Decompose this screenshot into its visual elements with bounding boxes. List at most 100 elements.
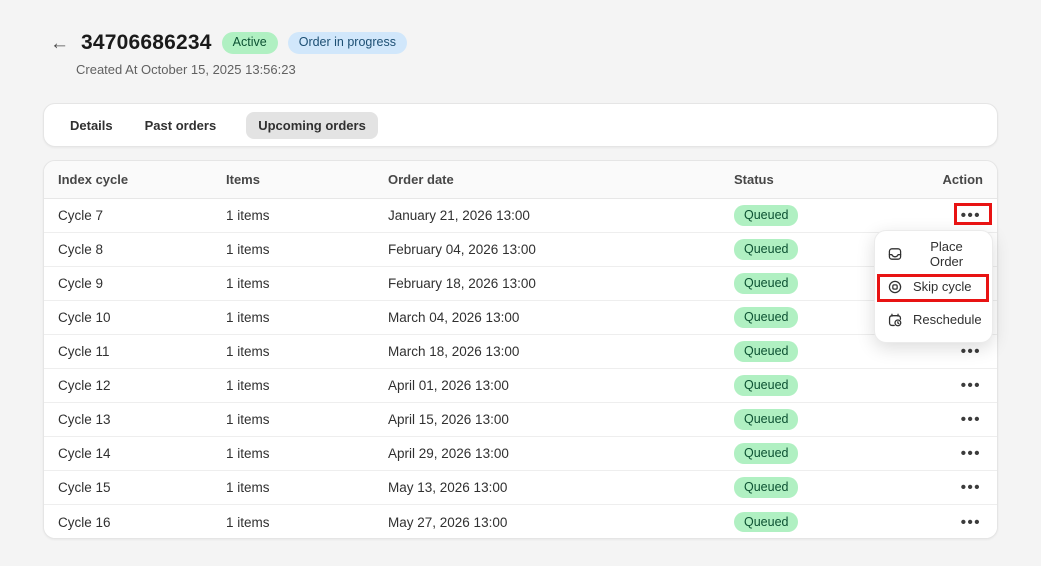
cell-index-cycle: Cycle 13	[44, 412, 226, 427]
queued-badge: Queued	[734, 239, 798, 259]
cell-items: 1 items	[226, 480, 388, 495]
cell-items: 1 items	[226, 344, 388, 359]
cell-status: Queued	[734, 443, 933, 463]
table-row: Cycle 9 1 items February 18, 2026 13:00 …	[44, 267, 997, 301]
column-header-action: Action	[933, 172, 997, 187]
table-row: Cycle 16 1 items May 27, 2026 13:00 Queu…	[44, 505, 997, 539]
back-button[interactable]: ←	[48, 32, 71, 55]
table-row: Cycle 12 1 items April 01, 2026 13:00 Qu…	[44, 369, 997, 403]
order-detail-page: ← 34706686234 Active Order in progress C…	[0, 0, 1041, 566]
table-header-row: Index cycle Items Order date Status Acti…	[44, 161, 997, 199]
cell-items: 1 items	[226, 412, 388, 427]
column-header-items: Items	[226, 172, 388, 187]
cell-order-date: May 27, 2026 13:00	[388, 515, 734, 530]
queued-badge: Queued	[734, 307, 798, 327]
cell-status: Queued	[734, 205, 933, 225]
inbox-icon	[887, 246, 903, 262]
tab-upcoming-orders[interactable]: Upcoming orders	[246, 112, 378, 139]
cell-items: 1 items	[226, 276, 388, 291]
queued-badge: Queued	[734, 443, 798, 463]
cell-items: 1 items	[226, 446, 388, 461]
cell-index-cycle: Cycle 15	[44, 480, 226, 495]
row-actions-button[interactable]: •••	[959, 205, 983, 226]
row-actions-menu: Place Order Skip cycle Reschedule	[874, 230, 993, 343]
ellipsis-icon: •••	[961, 411, 981, 428]
row-actions-button[interactable]: •••	[959, 375, 983, 396]
tab-details[interactable]: Details	[68, 112, 115, 139]
cell-index-cycle: Cycle 7	[44, 208, 226, 223]
cell-index-cycle: Cycle 8	[44, 242, 226, 257]
cell-order-date: March 18, 2026 13:00	[388, 344, 734, 359]
tab-past-orders[interactable]: Past orders	[143, 112, 219, 139]
queued-badge: Queued	[734, 205, 798, 225]
upcoming-orders-table: Index cycle Items Order date Status Acti…	[43, 160, 998, 539]
cell-status: Queued	[734, 375, 933, 395]
queued-badge: Queued	[734, 375, 798, 395]
ellipsis-icon: •••	[961, 343, 981, 360]
cell-index-cycle: Cycle 11	[44, 344, 226, 359]
back-arrow-icon: ←	[50, 33, 69, 54]
table-row: Cycle 10 1 items March 04, 2026 13:00 Qu…	[44, 301, 997, 335]
table-row: Cycle 15 1 items May 13, 2026 13:00 Queu…	[44, 471, 997, 505]
ellipsis-icon: •••	[961, 377, 981, 394]
cell-items: 1 items	[226, 515, 388, 530]
header: ← 34706686234 Active Order in progress	[48, 31, 407, 55]
row-actions-button[interactable]: •••	[959, 409, 983, 430]
cell-order-date: April 01, 2026 13:00	[388, 378, 734, 393]
cell-index-cycle: Cycle 10	[44, 310, 226, 325]
row-actions-button[interactable]: •••	[959, 477, 983, 498]
status-badge-order-in-progress: Order in progress	[288, 32, 407, 54]
cell-order-date: March 04, 2026 13:00	[388, 310, 734, 325]
menu-item-reschedule[interactable]: Reschedule	[875, 303, 992, 336]
table-row: Cycle 7 1 items January 21, 2026 13:00 Q…	[44, 199, 997, 233]
cell-action: •••	[933, 443, 997, 464]
table-row: Cycle 14 1 items April 29, 2026 13:00 Qu…	[44, 437, 997, 471]
stop-circle-icon	[887, 279, 903, 295]
ellipsis-icon: •••	[961, 207, 981, 224]
cell-action: •••	[933, 512, 997, 533]
row-actions-button[interactable]: •••	[959, 443, 983, 464]
cell-action: •••	[933, 477, 997, 498]
column-header-index-cycle: Index cycle	[44, 172, 226, 187]
cell-index-cycle: Cycle 16	[44, 515, 226, 530]
queued-badge: Queued	[734, 409, 798, 429]
cell-order-date: February 04, 2026 13:00	[388, 242, 734, 257]
cell-index-cycle: Cycle 14	[44, 446, 226, 461]
cell-items: 1 items	[226, 378, 388, 393]
row-actions-button[interactable]: •••	[959, 512, 983, 533]
cell-order-date: April 29, 2026 13:00	[388, 446, 734, 461]
cell-status: Queued	[734, 477, 933, 497]
cell-order-date: May 13, 2026 13:00	[388, 480, 734, 495]
cell-status: Queued	[734, 341, 933, 361]
table-row: Cycle 13 1 items April 15, 2026 13:00 Qu…	[44, 403, 997, 437]
cell-index-cycle: Cycle 12	[44, 378, 226, 393]
menu-item-place-order[interactable]: Place Order	[875, 237, 992, 270]
cell-action: •••	[933, 409, 997, 430]
status-badge-active: Active	[222, 32, 278, 54]
cell-order-date: February 18, 2026 13:00	[388, 276, 734, 291]
cell-status: Queued	[734, 512, 933, 532]
cell-action: •••	[933, 375, 997, 396]
created-at-text: Created At October 15, 2025 13:56:23	[76, 62, 296, 77]
ellipsis-icon: •••	[961, 479, 981, 496]
cell-items: 1 items	[226, 208, 388, 223]
cell-status: Queued	[734, 409, 933, 429]
queued-badge: Queued	[734, 477, 798, 497]
queued-badge: Queued	[734, 341, 798, 361]
queued-badge: Queued	[734, 512, 798, 532]
column-header-order-date: Order date	[388, 172, 734, 187]
cell-order-date: April 15, 2026 13:00	[388, 412, 734, 427]
page-title: 34706686234	[81, 31, 212, 55]
calendar-clock-icon	[887, 312, 903, 328]
cell-items: 1 items	[226, 242, 388, 257]
cell-order-date: January 21, 2026 13:00	[388, 208, 734, 223]
cell-action: •••	[933, 341, 997, 362]
table-row: Cycle 8 1 items February 04, 2026 13:00 …	[44, 233, 997, 267]
row-actions-button[interactable]: •••	[959, 341, 983, 362]
tab-bar: Details Past orders Upcoming orders	[43, 103, 998, 147]
cell-items: 1 items	[226, 310, 388, 325]
menu-item-skip-cycle[interactable]: Skip cycle	[875, 270, 992, 303]
table-row: Cycle 11 1 items March 18, 2026 13:00 Qu…	[44, 335, 997, 369]
cell-action: •••	[933, 205, 997, 226]
column-header-status: Status	[734, 172, 933, 187]
